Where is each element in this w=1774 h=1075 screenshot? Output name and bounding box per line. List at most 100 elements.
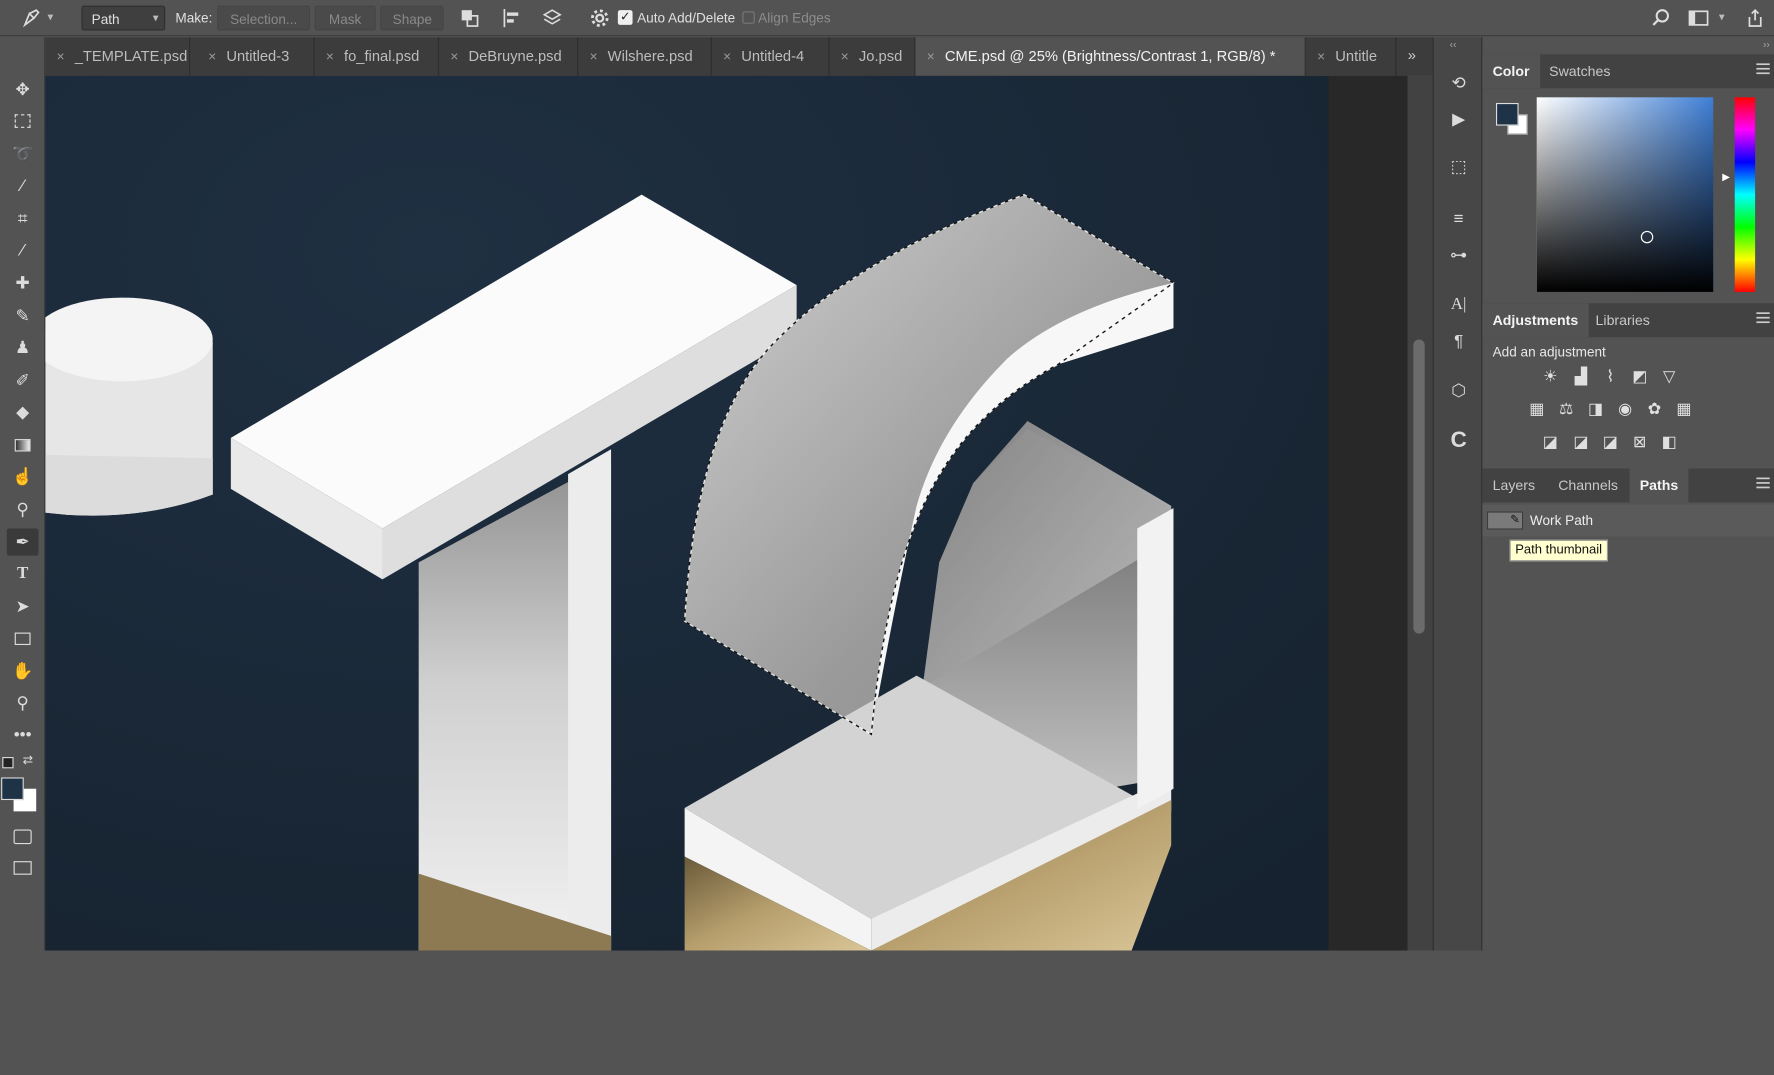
hue-slider[interactable] [1735, 97, 1755, 292]
tool-mode-select[interactable]: Path ▾ [81, 6, 165, 31]
channel-mixer-icon[interactable]: ✿ [1643, 398, 1666, 418]
pen-tool-icon[interactable] [20, 7, 43, 30]
swap-colors-icon[interactable]: ⇄ [23, 753, 33, 768]
gradient-map-icon[interactable]: ◧ [1658, 431, 1681, 451]
history-brush-icon[interactable]: ✐ [7, 367, 39, 394]
tab-adjustments[interactable]: Adjustments [1482, 303, 1588, 337]
blur-icon[interactable]: ☝ [7, 463, 39, 490]
magic-wand-icon[interactable]: ⁄ [7, 172, 39, 199]
close-icon[interactable]: × [590, 49, 598, 65]
marquee-icon[interactable] [7, 108, 39, 135]
scrollbar-thumb[interactable] [1413, 339, 1424, 633]
tab-cme-active[interactable]: ×CME.psd @ 25% (Brightness/Contrast 1, R… [915, 37, 1305, 75]
brush-settings-icon[interactable]: ≡ [1443, 205, 1475, 232]
search-icon[interactable] [1650, 7, 1673, 30]
hue-saturation-icon[interactable]: ▦ [1525, 398, 1548, 418]
eraser-icon[interactable]: ◆ [7, 398, 39, 425]
auto-add-delete-checkbox[interactable]: ✓ [618, 10, 633, 25]
stamp-icon[interactable]: ♟ [7, 334, 39, 361]
selection-button[interactable]: Selection... [217, 6, 310, 31]
tab-layers[interactable]: Layers [1482, 468, 1545, 502]
more-icon[interactable]: ••• [7, 721, 39, 748]
tab-jo[interactable]: ×Jo.psd [829, 37, 915, 75]
cube-icon[interactable]: ⬡ [1443, 377, 1475, 404]
gradient-icon[interactable] [7, 431, 39, 458]
tab-channels[interactable]: Channels [1548, 468, 1628, 502]
curves-icon[interactable]: ⌇ [1599, 366, 1622, 386]
mask-button[interactable]: Mask [315, 6, 376, 31]
move-icon[interactable]: ✥ [7, 76, 39, 103]
brightness-contrast-icon[interactable]: ☀ [1539, 366, 1562, 386]
color-foreground-swatch[interactable] [1496, 103, 1519, 126]
path-select-icon[interactable]: ➤ [7, 593, 39, 620]
eyedropper-icon[interactable]: ⁄ [7, 237, 39, 264]
close-icon[interactable]: × [841, 49, 849, 65]
close-icon[interactable]: × [723, 49, 731, 65]
share-icon[interactable] [1744, 7, 1767, 30]
align-edges-checkbox[interactable] [742, 11, 754, 23]
close-icon[interactable]: × [927, 49, 935, 65]
exposure-icon[interactable]: ◩ [1628, 366, 1651, 386]
close-icon[interactable]: × [208, 49, 216, 65]
panel-menu-icon[interactable] [1756, 62, 1770, 76]
default-colors-icon[interactable] [2, 757, 13, 768]
collapse-right-panels-icon[interactable]: ›› [1763, 38, 1770, 49]
zoom-icon[interactable]: ⚲ [7, 689, 39, 716]
tab-untitled-overflow[interactable]: ×Untitle [1306, 37, 1397, 75]
foreground-color-swatch[interactable] [1, 777, 24, 800]
tab-untitled-4[interactable]: ×Untitled-4 [712, 37, 830, 75]
tab-debruyne[interactable]: ×DeBruyne.psd [439, 37, 578, 75]
path-arrangement-icon[interactable] [541, 7, 564, 30]
tab-untitled-3[interactable]: ×Untitled-3 [197, 37, 315, 75]
paragraph-icon[interactable]: ¶ [1443, 327, 1475, 354]
pen-icon[interactable]: ✒ [7, 528, 39, 555]
path-row-work-path[interactable]: ✎ Work Path [1482, 505, 1774, 537]
rectangle-icon[interactable] [7, 625, 39, 652]
path-operations-icon[interactable] [458, 7, 481, 30]
workspace-chevron-icon[interactable]: ▾ [1719, 6, 1725, 31]
photo-filter-icon[interactable]: ◉ [1614, 398, 1637, 418]
color-picker-cursor[interactable] [1641, 231, 1653, 243]
close-icon[interactable]: × [450, 49, 458, 65]
hand-icon[interactable]: ✋ [7, 657, 39, 684]
close-icon[interactable]: × [326, 49, 334, 65]
tool-preset-chevron-icon[interactable]: ▾ [48, 6, 54, 31]
quick-mask-icon[interactable] [7, 823, 39, 850]
close-icon[interactable]: × [57, 49, 65, 65]
gear-icon[interactable] [588, 7, 611, 30]
3d-icon[interactable]: ⬚ [1443, 153, 1475, 180]
vibrance-icon[interactable]: ▽ [1658, 366, 1681, 386]
panel-menu-icon[interactable] [1756, 311, 1770, 325]
brush-icon[interactable]: ✎ [7, 302, 39, 329]
tab-swatches[interactable]: Swatches [1539, 54, 1621, 88]
tab-libraries[interactable]: Libraries [1585, 303, 1660, 337]
path-thumbnail[interactable]: ✎ [1487, 511, 1523, 529]
tab-wilshere[interactable]: ×Wilshere.psd [578, 37, 712, 75]
tab-fo-final[interactable]: ×fo_final.psd [315, 37, 439, 75]
healing-icon[interactable]: ✚ [7, 269, 39, 296]
plugin-icon[interactable]: C [1443, 427, 1475, 454]
hue-slider-handle-icon[interactable]: ▶ [1722, 171, 1730, 183]
workspace-icon[interactable] [1687, 7, 1710, 30]
path-alignment-icon[interactable] [500, 7, 523, 30]
invert-icon[interactable]: ◪ [1539, 431, 1562, 451]
document-canvas[interactable] [45, 76, 1328, 951]
posterize-icon[interactable]: ◪ [1570, 431, 1593, 451]
tab-paths[interactable]: Paths [1630, 468, 1689, 502]
crop-icon[interactable]: ⌗ [7, 205, 39, 232]
black-white-icon[interactable]: ◨ [1584, 398, 1607, 418]
close-icon[interactable]: × [1317, 49, 1325, 65]
panel-menu-icon[interactable] [1756, 476, 1770, 490]
color-balance-icon[interactable]: ⚖ [1555, 398, 1578, 418]
character-icon[interactable]: A| [1443, 291, 1475, 318]
color-lookup-icon[interactable]: ▦ [1673, 398, 1696, 418]
dodge-icon[interactable]: ⚲ [7, 496, 39, 523]
selective-color-icon[interactable]: ⊠ [1628, 431, 1651, 451]
screen-mode-icon[interactable] [7, 854, 39, 881]
threshold-icon[interactable]: ◪ [1599, 431, 1622, 451]
shape-button[interactable]: Shape [380, 6, 443, 31]
lasso-icon[interactable]: ➰ [7, 140, 39, 167]
type-icon[interactable]: T [7, 560, 39, 587]
actions-play-icon[interactable]: ▶ [1443, 105, 1475, 132]
tab-color[interactable]: Color [1482, 54, 1539, 88]
